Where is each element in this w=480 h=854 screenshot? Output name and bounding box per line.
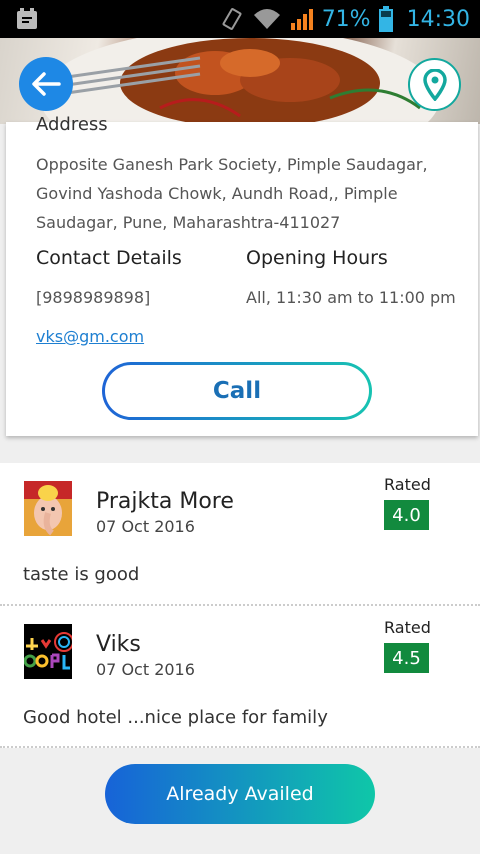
city-people-avatar-image [24,624,72,679]
opening-hours-title: Opening Hours [246,247,388,269]
divider [0,746,480,748]
reviewer-name: Viks [96,632,141,657]
reviews-list: Prajkta More 07 Oct 2016 Rated 4.0 taste… [0,463,480,748]
call-button[interactable]: Call [102,362,372,420]
email-link[interactable]: vks@gm.com [36,327,144,346]
rated-label: Rated [384,618,431,637]
map-pin-icon [422,68,447,101]
restaurant-info-card: Address Opposite Ganesh Park Society, Pi… [6,114,478,436]
reviewer-name: Prajkta More [96,489,234,514]
back-button[interactable] [19,57,73,111]
vibrate-icon [222,8,242,30]
review-comment: Good hotel ...nice place for family [23,707,328,728]
app-notification-icon [17,8,37,29]
rated-label: Rated [384,475,431,494]
arrow-left-icon [32,72,61,96]
clock: 14:30 [406,6,470,32]
opening-hours-value: All, 11:30 am to 11:00 pm [246,288,456,307]
battery-percent: 71% [321,6,371,32]
address-text: Opposite Ganesh Park Society, Pimple Sau… [36,155,428,232]
review-item: Viks 07 Oct 2016 Rated 4.5 Good hotel ..… [0,606,480,749]
rating-badge: 4.0 [384,500,429,530]
signal-icon [290,9,313,30]
status-bar: 71% 14:30 [0,0,480,38]
review-comment: taste is good [23,564,140,585]
avatar [24,481,72,536]
avatar [24,624,72,679]
phone-number[interactable]: [9898989898] [36,288,150,307]
address-title: Address [36,114,108,135]
review-date: 07 Oct 2016 [96,660,195,679]
ganesha-avatar-image [24,481,72,536]
review-item: Prajkta More 07 Oct 2016 Rated 4.0 taste… [0,463,480,606]
rating-badge: 4.5 [384,643,429,673]
location-button[interactable] [408,58,461,111]
review-date: 07 Oct 2016 [96,517,195,536]
already-availed-button[interactable]: Already Availed [105,764,375,824]
contact-details-title: Contact Details [36,247,182,269]
battery-icon [378,6,393,32]
wifi-icon [253,9,280,29]
